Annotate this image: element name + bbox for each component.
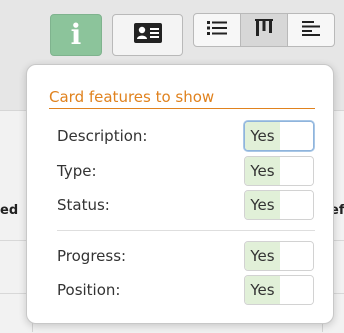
feature-row-type: Type: Yes <box>57 156 317 186</box>
section-divider <box>57 230 315 231</box>
position-toggle[interactable]: Yes <box>244 275 314 305</box>
toggle-off-segment <box>280 122 313 150</box>
card-features-popover: Card features to show Description: Yes T… <box>26 64 334 324</box>
feature-label: Status: <box>57 196 110 214</box>
view-mode-switcher <box>193 13 335 47</box>
board-view-button[interactable] <box>241 14 288 46</box>
id-card-icon <box>133 22 163 48</box>
toggle-off-segment <box>280 157 313 185</box>
info-button[interactable]: i <box>50 14 102 56</box>
toggle-value: Yes <box>245 276 280 304</box>
feature-label: Progress: <box>57 247 127 265</box>
column-header-partial-left: ed <box>0 203 19 218</box>
toggle-value: Yes <box>245 122 280 150</box>
feature-label: Position: <box>57 281 121 299</box>
list-view-button[interactable] <box>194 14 241 46</box>
gantt-view-button[interactable] <box>288 14 334 46</box>
feature-row-description: Description: Yes <box>57 121 317 151</box>
description-toggle[interactable]: Yes <box>244 121 314 151</box>
align-left-icon <box>302 20 320 40</box>
progress-toggle[interactable]: Yes <box>244 241 314 271</box>
info-icon: i <box>70 18 82 51</box>
toggle-off-segment <box>280 242 313 270</box>
toggle-value: Yes <box>245 191 280 219</box>
feature-row-status: Status: Yes <box>57 190 317 220</box>
toggle-value: Yes <box>245 157 280 185</box>
toggle-value: Yes <box>245 242 280 270</box>
status-toggle[interactable]: Yes <box>244 190 314 220</box>
popover-title: Card features to show <box>49 88 315 109</box>
toggle-off-segment <box>280 191 313 219</box>
card-features-button[interactable] <box>112 14 183 56</box>
type-toggle[interactable]: Yes <box>244 156 314 186</box>
toggle-off-segment <box>280 276 313 304</box>
feature-row-progress: Progress: Yes <box>57 241 317 271</box>
feature-label: Type: <box>57 162 97 180</box>
columns-icon <box>255 19 273 41</box>
feature-label: Description: <box>57 127 148 145</box>
feature-row-position: Position: Yes <box>57 275 317 305</box>
list-icon <box>207 20 227 40</box>
